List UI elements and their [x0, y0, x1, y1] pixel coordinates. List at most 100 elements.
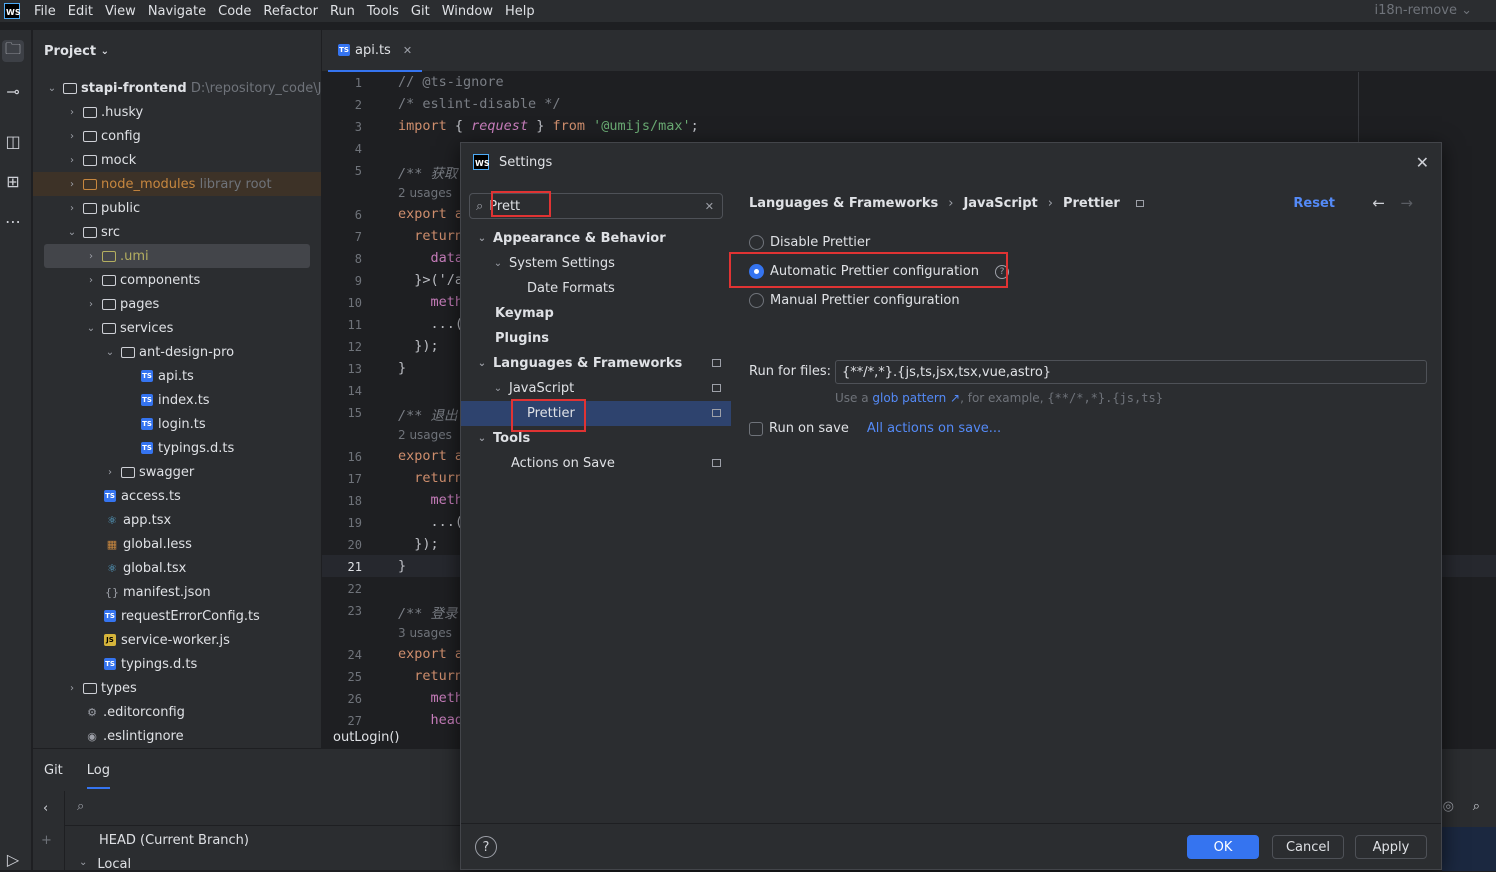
- menu-edit[interactable]: Edit: [68, 4, 93, 19]
- menu-code[interactable]: Code: [218, 4, 251, 19]
- search-icon[interactable]: ⌕: [77, 799, 84, 814]
- chevron-left-icon[interactable]: ‹: [43, 801, 48, 816]
- commit-icon[interactable]: ⊸: [2, 80, 24, 102]
- menu-help[interactable]: Help: [505, 4, 535, 19]
- manual-prettier-option[interactable]: Manual Prettier configuration: [749, 293, 960, 308]
- tree-item[interactable]: ⚙ .editorconfig: [84, 700, 185, 724]
- tree-root[interactable]: ⌄ stapi-frontend D:\repository_code\Jiu: [45, 76, 334, 100]
- tree-item[interactable]: › types: [65, 676, 137, 700]
- radio-button-selected[interactable]: [749, 264, 764, 279]
- cancel-button[interactable]: Cancel: [1272, 835, 1344, 859]
- arrow-left-icon[interactable]: ←: [1372, 194, 1385, 212]
- all-actions-on-save-link[interactable]: All actions on save...: [867, 421, 1001, 436]
- tree-item[interactable]: TS access.ts: [104, 484, 181, 508]
- nav-languages-frameworks[interactable]: ⌄ Languages & Frameworks: [461, 351, 731, 376]
- nav-label: Languages & Frameworks: [493, 356, 683, 371]
- reset-link[interactable]: Reset: [1293, 196, 1335, 211]
- nav-prettier[interactable]: Prettier: [461, 401, 731, 426]
- plus-icon[interactable]: +: [41, 833, 52, 848]
- tree-item[interactable]: TS api.ts: [141, 364, 194, 388]
- usages-hint[interactable]: 2 usages: [398, 186, 452, 200]
- disable-prettier-option[interactable]: Disable Prettier: [749, 235, 870, 250]
- help-icon[interactable]: ?: [475, 836, 497, 858]
- tree-item[interactable]: TS typings.d.ts: [104, 652, 197, 676]
- tree-label: service-worker.js: [121, 632, 230, 648]
- tab-api-ts[interactable]: TS api.ts ✕: [328, 30, 423, 72]
- nav-appearance-behavior[interactable]: ⌄ Appearance & Behavior: [461, 226, 731, 251]
- tree-item[interactable]: ⌄ services: [84, 316, 174, 340]
- help-icon[interactable]: ?: [994, 264, 1009, 279]
- tree-item[interactable]: TS requestErrorConfig.ts: [104, 604, 260, 628]
- breadcrumb-label: outLogin(): [333, 729, 400, 745]
- menu-navigate[interactable]: Navigate: [148, 4, 206, 19]
- plugins-icon[interactable]: ⊞: [2, 170, 24, 192]
- menu-refactor[interactable]: Refactor: [263, 4, 318, 19]
- tree-item[interactable]: TS index.ts: [141, 388, 210, 412]
- automatic-prettier-option[interactable]: Automatic Prettier configuration?: [749, 264, 1009, 279]
- ok-button[interactable]: OK: [1187, 835, 1259, 859]
- search-icon[interactable]: ⌕: [1473, 799, 1480, 814]
- tree-item[interactable]: ⌄ ant-design-pro: [103, 340, 234, 364]
- nav-tools[interactable]: ⌄ Tools: [461, 426, 731, 451]
- tree-item[interactable]: › mock: [65, 148, 136, 172]
- chevron-right-icon: ›: [70, 154, 74, 166]
- tree-item[interactable]: JS service-worker.js: [104, 628, 230, 652]
- tree-item[interactable]: ⚛ app.tsx: [104, 508, 171, 532]
- nav-date-formats[interactable]: Date Formats: [461, 276, 731, 301]
- settings-search-input[interactable]: [489, 198, 670, 214]
- project-title: Project: [44, 43, 97, 59]
- branch-widget[interactable]: i18n-remove ⌄: [1375, 3, 1473, 18]
- run-for-files-input[interactable]: {**/*,*}.{js,ts,jsx,tsx,vue,astro}: [835, 360, 1427, 384]
- checkbox[interactable]: [749, 421, 763, 436]
- nav-system-settings[interactable]: ⌄ System Settings: [461, 251, 731, 276]
- tree-item[interactable]: {} manifest.json: [104, 580, 211, 604]
- structure-icon[interactable]: ◫: [2, 130, 24, 152]
- more-icon[interactable]: ⋯: [2, 210, 24, 232]
- tree-item-node-modules[interactable]: › node_modules library root: [33, 172, 321, 196]
- close-icon[interactable]: ✕: [1416, 153, 1429, 172]
- tree-item[interactable]: TS login.ts: [141, 412, 206, 436]
- breadcrumb-item[interactable]: JavaScript: [963, 196, 1037, 211]
- tree-item[interactable]: › public: [65, 196, 140, 220]
- menu-tools[interactable]: Tools: [367, 4, 399, 19]
- run-on-save-option[interactable]: Run on save All actions on save...: [749, 421, 1001, 436]
- usages-hint[interactable]: 2 usages: [398, 428, 452, 442]
- menu-git[interactable]: Git: [411, 4, 430, 19]
- nav-actions-on-save[interactable]: Actions on Save: [461, 451, 731, 476]
- project-panel-header[interactable]: Project ⌄: [33, 30, 321, 72]
- tree-item-umi[interactable]: › .umi: [44, 244, 310, 268]
- tree-item[interactable]: › config: [65, 124, 141, 148]
- tab-git[interactable]: Git: [44, 763, 63, 789]
- close-icon[interactable]: ✕: [403, 44, 412, 57]
- tree-item[interactable]: ▦ global.less: [104, 532, 192, 556]
- menu-view[interactable]: View: [105, 4, 136, 19]
- arrow-right-icon[interactable]: →: [1400, 194, 1413, 212]
- tab-log[interactable]: Log: [86, 763, 111, 789]
- project-folder-icon[interactable]: 🗀: [2, 39, 24, 62]
- nav-keymap[interactable]: Keymap: [461, 301, 731, 326]
- clear-icon[interactable]: ✕: [705, 200, 714, 213]
- apply-button[interactable]: Apply: [1355, 835, 1427, 859]
- breadcrumb-item[interactable]: Languages & Frameworks: [749, 196, 938, 211]
- tree-item[interactable]: TS typings.d.ts: [141, 436, 234, 460]
- menu-run[interactable]: Run: [330, 4, 355, 19]
- run-icon[interactable]: ▷: [2, 848, 24, 870]
- tree-item[interactable]: › components: [84, 268, 200, 292]
- usages-hint[interactable]: 3 usages: [398, 626, 452, 640]
- eye-icon[interactable]: ◎: [1443, 799, 1454, 814]
- tree-item[interactable]: › .husky: [65, 100, 143, 124]
- tree-item[interactable]: › swagger: [103, 460, 194, 484]
- tree-item[interactable]: › pages: [84, 292, 159, 316]
- radio-button[interactable]: [749, 293, 764, 308]
- radio-button[interactable]: [749, 235, 764, 250]
- editor-breadcrumb[interactable]: outLogin(): [322, 726, 462, 748]
- glob-pattern-link[interactable]: glob pattern ↗: [872, 391, 960, 405]
- tree-item[interactable]: ◉ .eslintignore: [84, 724, 183, 748]
- tree-item[interactable]: ⚛ global.tsx: [104, 556, 186, 580]
- nav-javascript[interactable]: ⌄ JavaScript: [461, 376, 731, 401]
- tree-item[interactable]: ⌄ src: [65, 220, 120, 244]
- menu-window[interactable]: Window: [442, 4, 493, 19]
- menu-file[interactable]: File: [34, 4, 56, 19]
- log-head-branch[interactable]: HEAD (Current Branch): [99, 833, 249, 848]
- nav-plugins[interactable]: Plugins: [461, 326, 731, 351]
